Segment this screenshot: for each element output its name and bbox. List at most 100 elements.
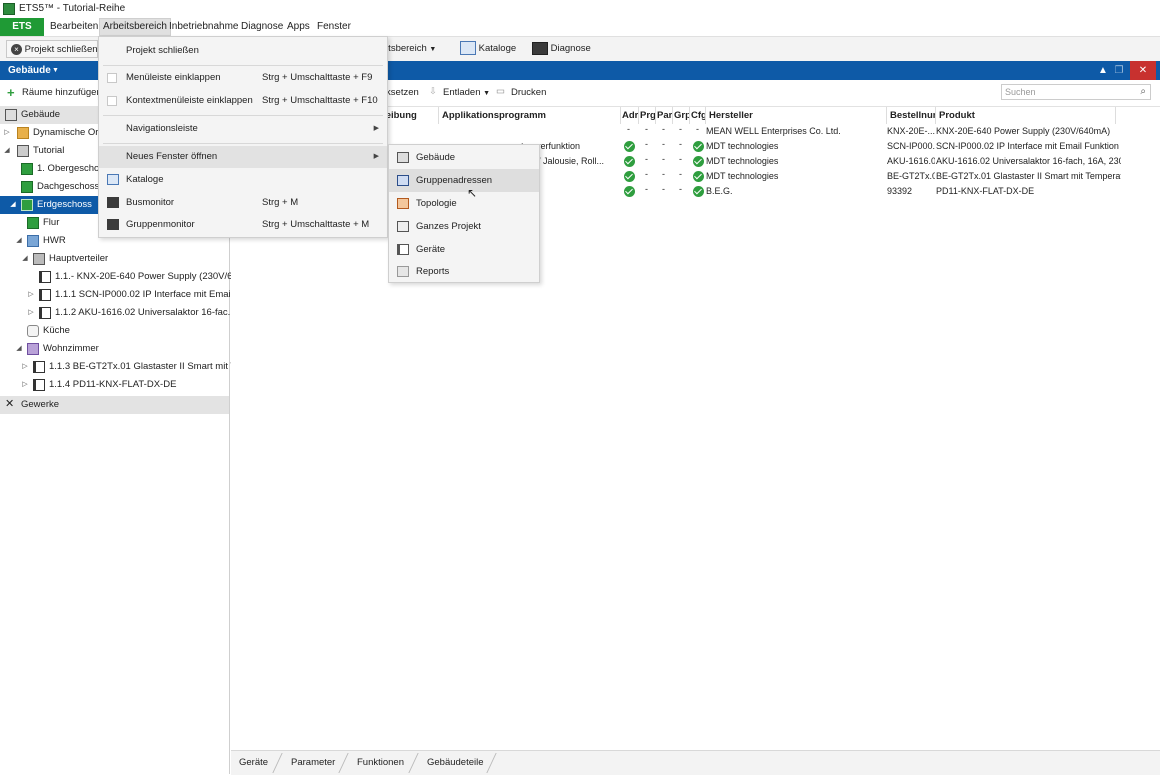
tree-label: 1.1.1 SCN-IP000.02 IP Interface mit Emai… bbox=[55, 289, 241, 300]
tree-item-hauptverteiler[interactable]: ◢ Hauptverteiler bbox=[0, 250, 229, 268]
menu-apps[interactable]: Apps bbox=[284, 18, 313, 36]
column-header-cfg[interactable]: Cfg bbox=[690, 107, 706, 124]
status-dash: - bbox=[645, 154, 648, 164]
print-button[interactable]: Drucken bbox=[511, 87, 546, 98]
tree-item-device[interactable]: ▷ 1.1.4 PD11-KNX-FLAT-DX-DE bbox=[0, 376, 229, 394]
tree-item-device[interactable]: ▷ 1.1.3 BE-GT2Tx.01 Glastaster II Smart … bbox=[0, 358, 243, 376]
tab-geraete[interactable]: Geräte bbox=[239, 754, 268, 772]
status-dash: - bbox=[645, 139, 648, 149]
device-icon bbox=[33, 361, 45, 373]
column-header-description[interactable]: reibung bbox=[379, 107, 439, 124]
tree-label: Küche bbox=[43, 325, 70, 336]
menu-separator bbox=[103, 115, 383, 116]
submenu-item-gruppenadressen[interactable]: Gruppenadressen ↖ bbox=[389, 169, 539, 200]
menu-inbetriebnahme[interactable]: Inbetriebnahme bbox=[166, 18, 242, 36]
window-title: ETS5™ - Tutorial-Reihe bbox=[19, 3, 126, 14]
submenu-item-label: Gebäude bbox=[416, 152, 456, 163]
column-header-app[interactable]: Applikationsprogramm bbox=[439, 107, 621, 124]
tree-item-device[interactable]: 1.1.- KNX-20E-640 Power Supply (230V/6..… bbox=[0, 268, 240, 286]
add-rooms-button[interactable]: Räume hinzufügen bbox=[22, 87, 102, 98]
menu-diagnose[interactable]: Diagnose bbox=[238, 18, 286, 36]
collapse-arrow-icon: ◢ bbox=[22, 255, 28, 262]
submenu-arrow-icon: ▶ bbox=[373, 153, 379, 160]
menu-item-open-new-window[interactable]: Neues Fenster öffnen ▶ bbox=[99, 146, 387, 168]
diagnose-button[interactable]: Diagnose bbox=[532, 40, 591, 58]
menu-item-shortcut: Strg + Umschalttaste + F9 bbox=[262, 72, 373, 83]
tab-parameter[interactable]: Parameter bbox=[291, 754, 335, 772]
tab-divider bbox=[272, 753, 283, 773]
submenu-arrow-icon: ▶ bbox=[373, 125, 379, 132]
submenu-item-gebaeude[interactable]: Gebäude bbox=[389, 146, 539, 169]
status-dash: - bbox=[662, 154, 665, 164]
column-header-order-number[interactable]: Bestellnum bbox=[887, 107, 936, 124]
submenu-item-ganzes-projekt[interactable]: Ganzes Projekt bbox=[389, 215, 539, 238]
search-icon[interactable]: ⌕ bbox=[1140, 85, 1146, 99]
status-ok-icon bbox=[693, 171, 704, 182]
menu-bearbeiten[interactable]: Bearbeiten bbox=[47, 18, 101, 36]
tree-item-wohnzimmer[interactable]: ◢ Wohnzimmer bbox=[0, 340, 229, 358]
status-dash: - bbox=[662, 124, 665, 134]
cell-manufacturer: B.E.G. bbox=[706, 186, 733, 196]
expand-arrow-icon: ▷ bbox=[4, 129, 10, 136]
checkbox-icon bbox=[107, 96, 117, 106]
tree-label: Hauptverteiler bbox=[49, 253, 109, 264]
unload-button[interactable]: Entladen ▼ bbox=[443, 87, 490, 98]
menu-fenster[interactable]: Fenster bbox=[314, 18, 354, 36]
tree-label: Gewerke bbox=[21, 399, 60, 410]
status-dash: - bbox=[662, 169, 665, 179]
menu-item-label: Navigationsleiste bbox=[126, 123, 198, 134]
diagnose-label: Diagnose bbox=[550, 43, 591, 54]
submenu-item-label: Geräte bbox=[416, 244, 446, 255]
column-header-par[interactable]: Par bbox=[656, 107, 673, 124]
tree-item-device[interactable]: ▷ 1.1.1 SCN-IP000.02 IP Interface mit Em… bbox=[0, 286, 241, 304]
submenu-item-geraete[interactable]: Geräte bbox=[389, 238, 539, 261]
submenu-item-reports[interactable]: Reports bbox=[389, 260, 539, 283]
expand-arrow-icon: ▷ bbox=[28, 309, 34, 316]
menu-item-catalogs[interactable]: Kataloge bbox=[99, 169, 387, 191]
menu-item-busmonitor[interactable]: Busmonitor Strg + M bbox=[99, 192, 387, 214]
catalogs-button[interactable]: Kataloge bbox=[460, 40, 516, 58]
tree-item-device[interactable]: ▷ 1.1.2 AKU-1616.02 Universalaktor 16-fa… bbox=[0, 304, 236, 322]
column-header-manufacturer[interactable]: Hersteller bbox=[706, 107, 887, 124]
menu-item-label: Busmonitor bbox=[126, 197, 175, 208]
submenu-item-topologie[interactable]: Topologie bbox=[389, 192, 539, 215]
close-window-button[interactable]: ✕ bbox=[1130, 61, 1156, 80]
menu-item-collapse-context-menubar[interactable]: Kontextmenüleiste einklappen Strg + Umsc… bbox=[99, 90, 387, 112]
column-header-product[interactable]: Produkt bbox=[936, 107, 1116, 124]
status-dash: - bbox=[645, 124, 648, 134]
column-header-grp[interactable]: Grp bbox=[673, 107, 690, 124]
restore-window-icon[interactable]: ❐ bbox=[1108, 61, 1130, 80]
tree-label: Dachgeschoss bbox=[37, 181, 100, 192]
catalog-icon bbox=[460, 41, 476, 56]
status-dash: - bbox=[645, 184, 648, 194]
close-circle-icon: × bbox=[11, 43, 22, 55]
chevron-down-icon: ▼ bbox=[52, 67, 59, 74]
tree-label: Flur bbox=[43, 217, 60, 228]
menu-item-groupmonitor[interactable]: Gruppenmonitor Strg + Umschalttaste + M bbox=[99, 214, 387, 236]
tab-gebaeudeteile[interactable]: Gebäudeteile bbox=[427, 754, 484, 772]
menu-item-navigation-bar[interactable]: Navigationsleiste ▶ bbox=[99, 118, 387, 140]
status-ok-icon bbox=[624, 141, 635, 152]
expand-arrow-icon: ▷ bbox=[22, 363, 28, 370]
tree-section-gewerke[interactable]: ✕ Gewerke bbox=[0, 396, 229, 414]
column-header-prg[interactable]: Prg bbox=[639, 107, 656, 124]
menu-item-shortcut: Strg + M bbox=[262, 197, 299, 208]
menu-separator bbox=[103, 65, 383, 66]
menu-item-label: Kontextmenüleiste einklappen bbox=[126, 95, 253, 106]
tab-funktionen[interactable]: Funktionen bbox=[357, 754, 404, 772]
tab-divider bbox=[338, 753, 349, 773]
menu-item-label: Gruppenmonitor bbox=[126, 219, 195, 230]
tree-item-kueche[interactable]: Küche bbox=[0, 322, 229, 340]
printer-icon bbox=[397, 266, 409, 277]
close-project-button[interactable]: × Projekt schließen bbox=[6, 40, 98, 58]
living-room-icon bbox=[27, 343, 39, 355]
menu-arbeitsbereich[interactable]: Arbeitsbereich bbox=[99, 18, 171, 36]
menu-item-collapse-menubar[interactable]: Menüleiste einklappen Strg + Umschalttas… bbox=[99, 67, 387, 89]
menu-item-close-project[interactable]: Projekt schließen bbox=[99, 40, 387, 62]
cell-manufacturer: MEAN WELL Enterprises Co. Ltd. bbox=[706, 126, 841, 136]
left-panel-title: Gebäude bbox=[8, 65, 51, 76]
tree-label: HWR bbox=[43, 235, 66, 246]
column-header-adr[interactable]: Adr bbox=[621, 107, 639, 124]
menu-ets[interactable]: ETS bbox=[0, 18, 44, 36]
search-input[interactable]: Suchen ⌕ bbox=[1001, 84, 1151, 100]
